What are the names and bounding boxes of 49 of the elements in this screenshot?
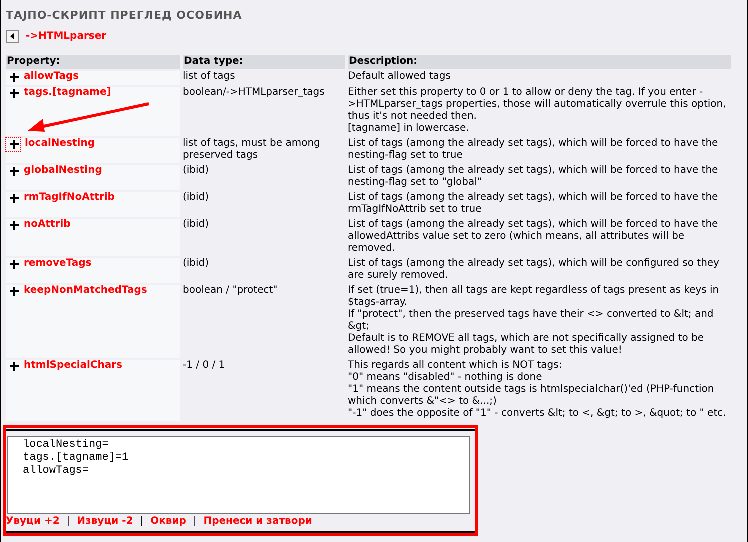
data-type-cell-text: list of tags xyxy=(183,71,236,84)
description-cell-text: If set (true=1), then all tags are kept regardless of tags present as keys in $tags-array. If "protect", then the preserved tags have their <> converted to &lt; and &gt; Default is to REMOVE all tags, which are not specifically assigned to be allowed! So you might probably want to set this value! xyxy=(348,285,720,358)
plus-icon[interactable] xyxy=(10,194,19,203)
property-link[interactable]: globalNesting xyxy=(24,165,102,177)
back-link[interactable]: ->HTMLparser xyxy=(26,30,107,42)
data-type-cell-text: -1 / 0 / 1 xyxy=(183,360,226,373)
plus-icon[interactable] xyxy=(10,89,19,98)
description-cell-text: This regards all content which is NOT tags: "0" means "disabled" - nothing is done "1" means the content outside tags is htmlspecialchar()'ed (PHP-function which converts &"<> to &...;) "-1" does the opposite of "1" - converts &lt; to <, &gt; to >, &quot; to " etc. xyxy=(348,360,728,421)
property-link[interactable]: tags.[tagname] xyxy=(24,87,112,99)
action-link[interactable]: Оквир xyxy=(150,516,186,528)
link-separator: | xyxy=(66,516,70,528)
action-link[interactable]: Извуци -2 xyxy=(77,516,134,528)
description-cell-text: Either set this property to 0 or 1 to allow or deny the tag. If you enter ->HTMLparser_tags properties, those will automatically overrule this option, thus it's not needed then. [tagname] in lowercase. xyxy=(348,87,728,136)
description-cell-text: List of tags (among the already set tags), which will be forced to have the allowedAttribs value set to zero (which means, all attributes will be removed. xyxy=(348,219,720,256)
property-link[interactable]: htmlSpecialChars xyxy=(24,360,123,372)
link-separator: | xyxy=(193,516,197,528)
editor-field[interactable]: localNesting= tags.[tagname]=1 allowTags= xyxy=(7,436,470,514)
property-link[interactable]: allowTags xyxy=(24,71,80,83)
property-link[interactable]: removeTags xyxy=(24,258,92,270)
property-link[interactable]: keepNonMatchedTags xyxy=(24,285,148,297)
data-type-cell-text: (ibid) xyxy=(183,165,210,178)
data-type-cell-text: (ibid) xyxy=(183,219,210,232)
property-link[interactable]: localNesting xyxy=(25,138,95,150)
description-cell-text: List of tags (among the already set tags), which will be forced to have the nesting-flag set to "global" xyxy=(348,165,720,190)
data-type-cell-text: boolean/->HTMLparser_tags xyxy=(183,87,326,100)
plus-icon[interactable] xyxy=(10,260,19,269)
page-title: ТАЈПО-СКРИПТ ПРЕГЛЕД ОСОБИНА xyxy=(6,10,244,22)
property-link[interactable]: noAttrib xyxy=(24,219,71,231)
description-cell-text: List of tags (among the already set tags), which will be forced to have the nesting-flag set to true xyxy=(348,138,720,163)
plus-icon[interactable] xyxy=(10,221,19,230)
column-header: Property: xyxy=(6,55,180,69)
property-link[interactable]: rmTagIfNoAttrib xyxy=(24,192,115,204)
data-type-cell-text: (ibid) xyxy=(183,192,210,205)
action-link[interactable]: Увуци +2 xyxy=(6,516,60,528)
description-cell-text: List of tags (among the already set tags), which will be configured so they are surely removed. xyxy=(348,258,720,283)
plus-icon[interactable] xyxy=(10,140,19,149)
data-type-cell-text: list of tags, must be among preserved tags xyxy=(183,138,322,163)
plus-icon[interactable] xyxy=(10,167,19,176)
data-type-cell-text: boolean / "protect" xyxy=(183,285,279,298)
data-type-cell-text: (ibid) xyxy=(183,258,210,271)
column-header: Description: xyxy=(348,55,731,69)
column-header: Data type: xyxy=(183,55,345,69)
plus-icon[interactable] xyxy=(10,287,19,296)
plus-icon[interactable] xyxy=(10,362,19,371)
description-cell-text: List of tags (among the already set tags), which will be forced to have the rmTagIfNoAttrib set to true xyxy=(348,192,720,217)
plus-icon[interactable] xyxy=(10,73,19,82)
action-link[interactable]: Пренеси и затвори xyxy=(204,516,312,528)
description-cell-text: Default allowed tags xyxy=(348,71,452,84)
link-separator: | xyxy=(140,516,144,528)
